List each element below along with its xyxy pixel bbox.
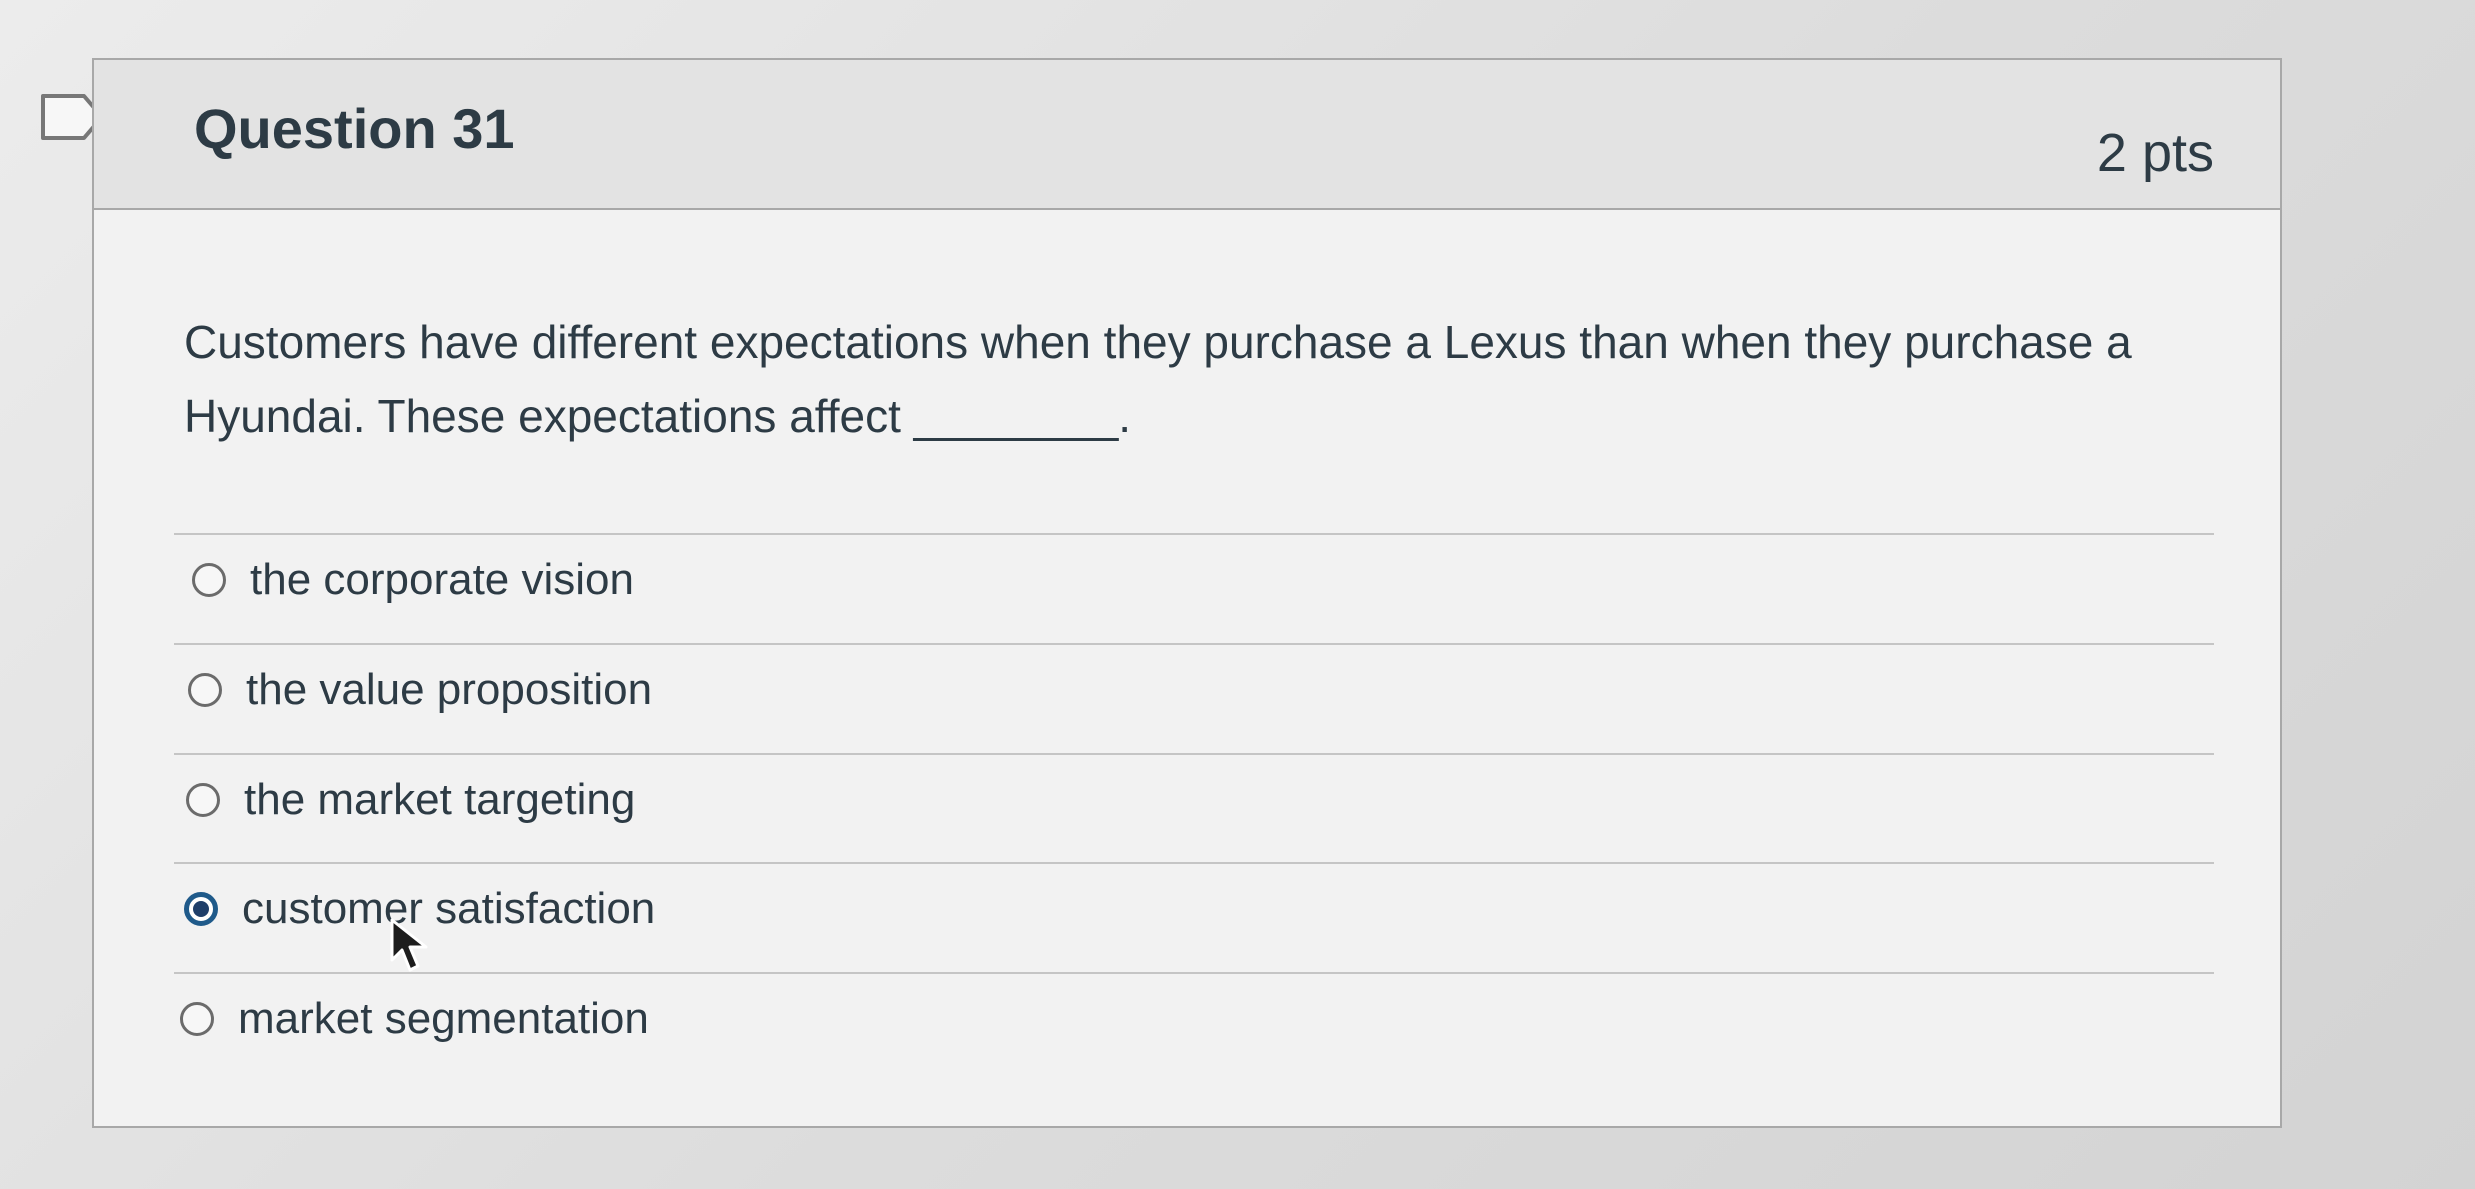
- answer-option-market-targeting[interactable]: the market targeting: [186, 760, 635, 840]
- mouse-pointer-icon: [390, 918, 428, 972]
- radio-unselected-icon[interactable]: [188, 673, 222, 707]
- radio-selected-icon[interactable]: [184, 892, 218, 926]
- answer-option-market-segmentation[interactable]: market segmentation: [180, 979, 649, 1059]
- answer-label: the market targeting: [244, 775, 636, 824]
- question-header: Question 31 2 pts: [94, 60, 2280, 210]
- answer-option-corporate-vision[interactable]: the corporate vision: [192, 540, 634, 620]
- question-title: Question 31: [194, 97, 515, 160]
- radio-unselected-icon[interactable]: [180, 1002, 214, 1036]
- question-text: Customers have different expectations wh…: [184, 316, 2132, 442]
- answer-separator: [174, 533, 2214, 535]
- radio-unselected-icon[interactable]: [192, 563, 226, 597]
- answer-label: market segmentation: [238, 994, 649, 1043]
- answer-label: the value proposition: [246, 665, 653, 714]
- answer-separator: [174, 972, 2214, 974]
- question-points: 2 pts: [2096, 123, 2214, 183]
- answer-option-value-proposition[interactable]: the value proposition: [188, 650, 652, 730]
- answer-separator: [174, 753, 2214, 755]
- answer-label: customer satisfaction: [242, 884, 656, 933]
- answer-separator: [174, 862, 2214, 864]
- answer-label: the corporate vision: [250, 555, 634, 604]
- radio-unselected-icon[interactable]: [186, 783, 220, 817]
- answer-separator: [174, 643, 2214, 645]
- quiz-screen: Question 31 2 pts Customers have differe…: [0, 0, 2475, 1189]
